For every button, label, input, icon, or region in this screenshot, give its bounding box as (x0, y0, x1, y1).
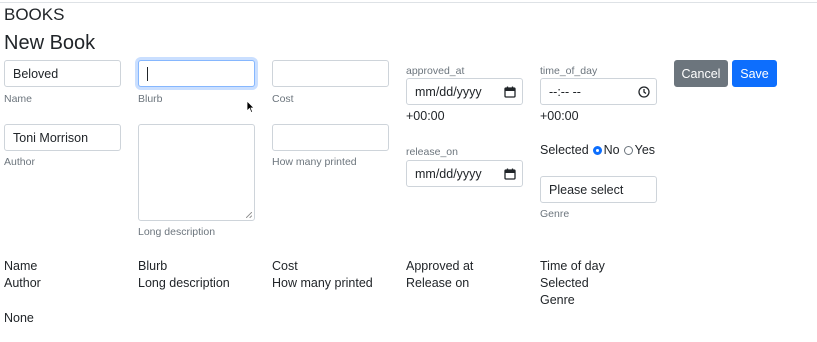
resize-handle-icon[interactable] (246, 212, 252, 218)
summary-cost: Cost (272, 259, 298, 273)
name-input[interactable]: Beloved (4, 60, 121, 87)
author-input-value: Toni Morrison (13, 130, 89, 145)
release-on-label: release_on (406, 146, 458, 158)
author-label: Author (4, 156, 35, 168)
selected-yes-radio[interactable] (623, 145, 633, 155)
time-of-day-timezone: +00:00 (540, 109, 579, 123)
summary-footer: None (4, 311, 34, 325)
cost-label: Cost (272, 93, 294, 105)
save-button[interactable]: Save (732, 60, 777, 87)
selected-yes-label[interactable]: Yes (635, 143, 655, 157)
selected-label: Selected (540, 143, 589, 157)
summary-release-on: Release on (406, 276, 470, 290)
summary-how-many-printed: How many printed (272, 276, 373, 290)
genre-label: Genre (540, 208, 570, 220)
long-description-textarea[interactable] (138, 124, 255, 221)
selected-radio-group: Selected No Yes (540, 143, 655, 157)
release-on-input[interactable]: mm/dd/yyyy (406, 160, 523, 187)
summary-name: Name (4, 259, 38, 273)
author-input[interactable]: Toni Morrison (4, 124, 121, 151)
genre-select-value: Please select (549, 182, 624, 197)
summary-approved-at: Approved at (406, 259, 474, 273)
page-title: New Book (4, 32, 96, 54)
time-of-day-input[interactable]: --:-- -- (540, 78, 657, 105)
name-label: Name (4, 93, 33, 105)
selected-no-radio[interactable] (592, 145, 602, 155)
summary-author: Author (4, 276, 41, 290)
approved-at-timezone: +00:00 (406, 109, 445, 123)
clock-icon[interactable] (638, 85, 650, 98)
cost-input[interactable] (272, 60, 389, 87)
calendar-icon[interactable] (504, 86, 516, 98)
summary-genre: Genre (540, 293, 575, 307)
text-caret (147, 66, 148, 81)
approved-at-placeholder: mm/dd/yyyy (415, 84, 482, 99)
blurb-input[interactable] (138, 60, 255, 87)
section-title: BOOKS (4, 5, 65, 24)
time-of-day-placeholder: --:-- -- (549, 84, 581, 99)
top-divider (0, 2, 817, 3)
summary-selected: Selected (540, 276, 589, 290)
approved-at-label: approved_at (406, 65, 465, 77)
long-description-label: Long description (138, 226, 216, 238)
how-many-printed-label: How many printed (272, 156, 357, 168)
summary-blurb: Blurb (138, 259, 168, 273)
how-many-printed-input[interactable] (272, 124, 389, 151)
blurb-label: Blurb (138, 93, 163, 105)
genre-select[interactable]: Please select (540, 176, 657, 203)
summary-long-description: Long description (138, 276, 230, 290)
time-of-day-label: time_of_day (540, 65, 598, 77)
cancel-button[interactable]: Cancel (674, 60, 728, 87)
selected-no-label[interactable]: No (604, 143, 620, 157)
name-input-value: Beloved (13, 66, 59, 81)
approved-at-input[interactable]: mm/dd/yyyy (406, 78, 523, 105)
mouse-cursor-icon (246, 100, 255, 114)
calendar-icon[interactable] (504, 168, 516, 180)
summary-time-of-day: Time of day (540, 259, 605, 273)
release-on-placeholder: mm/dd/yyyy (415, 166, 482, 181)
